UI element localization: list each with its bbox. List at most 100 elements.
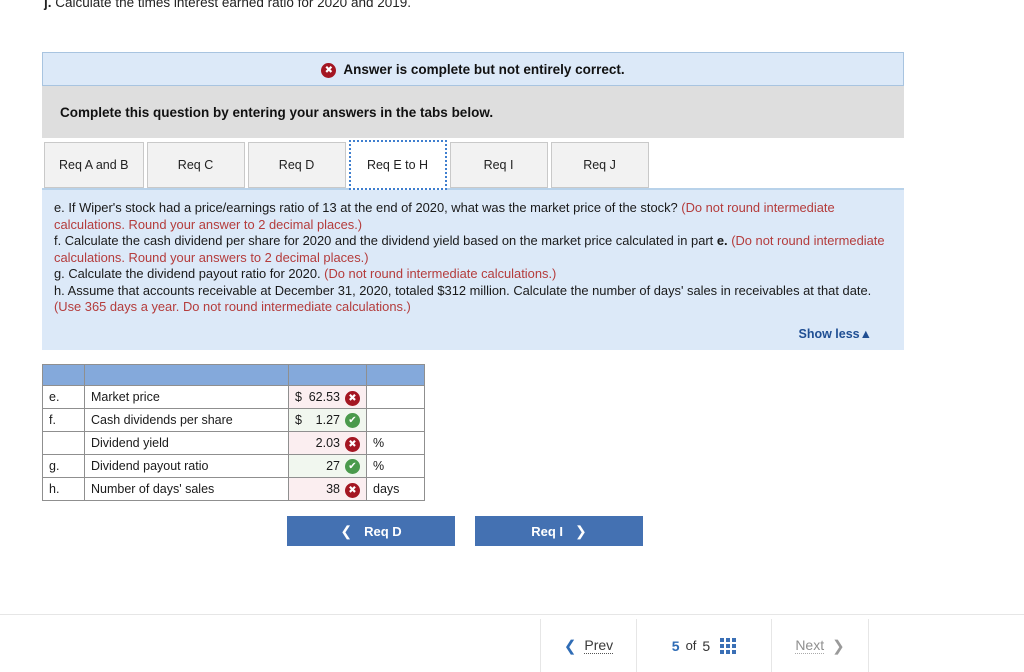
answer-table-header (42, 364, 425, 386)
table-row: e. Market price $ 62.53 ✖ (42, 385, 425, 409)
truncated-question-line: j. Calculate the times interest earned r… (44, 0, 411, 10)
of-label: of (685, 638, 697, 653)
tab-label: Req J (583, 158, 616, 172)
answer-value: 2.03 (315, 436, 340, 450)
next-page-button[interactable]: Next ❯ (772, 619, 869, 672)
req-g-red: (Do not round intermediate calculations.… (324, 266, 557, 281)
row-description: Dividend payout ratio (84, 454, 289, 478)
check-circle-icon: ✔ (345, 412, 360, 428)
answer-input-cell[interactable]: 27 ✔ (288, 454, 367, 478)
row-label: e. (42, 385, 85, 409)
previous-requirement-label: Req D (364, 523, 402, 539)
answer-input-cell[interactable]: 2.03 ✖ (288, 431, 367, 455)
req-g-black: g. Calculate the dividend payout ratio f… (54, 266, 325, 281)
question-text: Calculate the times interest earned rati… (55, 0, 412, 10)
answer-input-cell[interactable]: $ 1.27 ✔ (288, 408, 367, 432)
req-h-red: (Use 365 days a year. Do not round inter… (54, 299, 411, 314)
req-f-bold: e. (716, 233, 728, 248)
tab-label: Req I (483, 158, 514, 172)
req-e-black: e. If Wiper's stock had a price/earnings… (54, 200, 682, 215)
answer-value: 38 (326, 482, 340, 496)
row-unit: % (366, 431, 425, 455)
previous-requirement-button[interactable]: ❮ Req D (287, 516, 455, 546)
answer-value: 1.27 (315, 413, 340, 427)
chevron-left-icon: ❮ (563, 637, 577, 655)
table-header-row (42, 364, 425, 386)
tab-label: Req C (177, 158, 214, 172)
chevron-left-icon: ❮ (340, 522, 353, 539)
check-circle-icon: ✔ (345, 458, 360, 474)
next-requirement-button[interactable]: Req I ❯ (475, 516, 643, 546)
show-less-label: Show less (798, 326, 860, 341)
page-counter[interactable]: 5 of 5 (637, 619, 772, 672)
x-circle-icon: ✖ (345, 390, 360, 406)
tab-req-a-and-b[interactable]: Req A and B (44, 142, 144, 188)
currency-symbol: $ (295, 413, 302, 427)
requirement-e-text: e. If Wiper's stock had a price/earnings… (54, 200, 890, 233)
row-unit: % (366, 454, 425, 478)
answer-table-body: e. Market price $ 62.53 ✖ f. Cash divide… (42, 385, 425, 501)
row-label: g. (42, 454, 85, 478)
x-circle-icon: ✖ (345, 482, 360, 498)
currency-symbol: $ (295, 390, 302, 404)
total-page-number: 5 (702, 637, 711, 654)
header-cell-description (84, 364, 289, 386)
tab-req-e-to-h[interactable]: Req E to H (348, 140, 447, 190)
tab-label: Req D (278, 158, 315, 172)
header-cell-value (288, 364, 367, 386)
answer-status-banner: ✖ Answer is complete but not entirely co… (42, 52, 904, 86)
page-navigation-footer: ❮ Prev 5 of 5 Next ❯ (540, 619, 869, 672)
table-row: f. Cash dividends per share $ 1.27 ✔ (42, 408, 425, 432)
row-label: f. (42, 408, 85, 432)
question-card: ✖ Answer is complete but not entirely co… (42, 52, 904, 350)
tab-label: Req E to H (366, 158, 429, 172)
tab-req-d[interactable]: Req D (247, 142, 346, 188)
answer-table: e. Market price $ 62.53 ✖ f. Cash divide… (42, 364, 425, 501)
tab-label: Req A and B (59, 158, 129, 172)
header-cell-label (42, 364, 85, 386)
requirement-f-text: f. Calculate the cash dividend per share… (54, 233, 890, 266)
requirement-tab-bar: Req A and B Req C Req D Req E to H Req I… (42, 138, 904, 190)
current-page-number: 5 (671, 637, 680, 654)
row-unit (366, 385, 425, 409)
next-page-label: Next (795, 637, 825, 654)
table-row: Dividend yield 2.03 ✖ % (42, 431, 425, 455)
answer-value: 27 (326, 459, 340, 473)
answer-status-text: Answer is complete but not entirely corr… (343, 61, 625, 77)
row-description: Market price (84, 385, 289, 409)
requirement-description-panel: e. If Wiper's stock had a price/earnings… (42, 190, 904, 350)
row-description: Dividend yield (84, 431, 289, 455)
grid-view-icon[interactable] (720, 637, 737, 654)
instruction-text: Complete this question by entering your … (60, 104, 494, 120)
prev-page-label: Prev (584, 637, 614, 654)
row-description: Cash dividends per share (84, 408, 289, 432)
table-row: h. Number of days' sales 38 ✖ days (42, 477, 425, 501)
req-h-black: h. Assume that accounts receivable at De… (54, 282, 872, 298)
x-circle-icon: ✖ (345, 436, 360, 452)
instruction-banner: Complete this question by entering your … (42, 86, 904, 138)
question-letter: j. (44, 0, 52, 10)
requirement-navigation: ❮ Req D Req I ❯ (287, 516, 643, 546)
next-requirement-label: Req I (531, 523, 564, 539)
row-description: Number of days' sales (84, 477, 289, 501)
chevron-right-icon: ❯ (575, 522, 587, 539)
tab-req-i[interactable]: Req I (449, 142, 548, 188)
caret-up-icon: ▲ (859, 326, 872, 341)
answer-input-cell[interactable]: 38 ✖ (288, 477, 367, 501)
show-less-toggle[interactable]: Show less▲ (54, 326, 872, 343)
row-unit (366, 408, 425, 432)
header-cell-unit (366, 364, 425, 386)
tab-req-j[interactable]: Req J (550, 142, 649, 188)
answer-value: 62.53 (308, 390, 340, 404)
row-label (42, 431, 85, 455)
prev-page-button[interactable]: ❮ Prev (541, 619, 637, 672)
table-row: g. Dividend payout ratio 27 ✔ % (42, 454, 425, 478)
req-f-black: f. Calculate the cash dividend per share… (54, 233, 717, 248)
answer-input-cell[interactable]: $ 62.53 ✖ (288, 385, 367, 409)
row-label: h. (42, 477, 85, 501)
row-unit: days (366, 477, 425, 501)
tab-req-c[interactable]: Req C (146, 142, 245, 188)
requirement-h-text: h. Assume that accounts receivable at De… (54, 283, 890, 316)
footer-divider (0, 614, 1024, 615)
page-root: j. Calculate the times interest earned r… (0, 0, 1024, 672)
